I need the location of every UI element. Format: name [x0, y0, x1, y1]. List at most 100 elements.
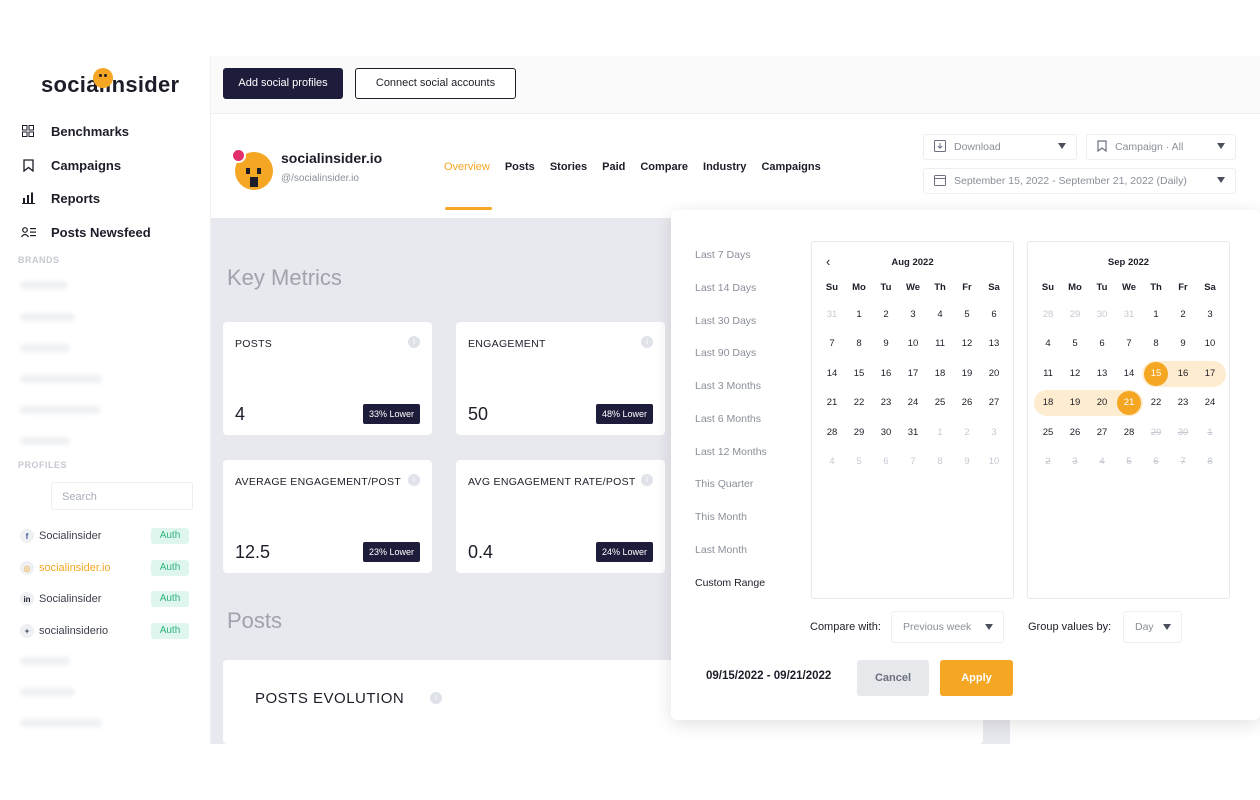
blurred-profile[interactable]: [20, 657, 70, 665]
calendar-day[interactable]: 13: [1090, 362, 1114, 386]
tab-campaigns[interactable]: Campaigns: [761, 161, 820, 173]
calendar-day[interactable]: 8: [1144, 332, 1168, 356]
profile-item-instagram[interactable]: ◎ socialinsider.io: [20, 561, 111, 575]
calendar-day[interactable]: 15: [1144, 362, 1168, 386]
preset-custom-range[interactable]: Custom Range: [695, 577, 765, 589]
calendar-day[interactable]: 13: [982, 332, 1006, 356]
blurred-brand[interactable]: [20, 375, 102, 383]
calendar-day[interactable]: 14: [1117, 362, 1141, 386]
calendar-day[interactable]: 12: [1063, 362, 1087, 386]
tab-overview[interactable]: Overview: [444, 161, 490, 173]
blurred-profile[interactable]: [20, 719, 102, 727]
sidebar-item-campaigns[interactable]: Campaigns: [20, 157, 121, 173]
info-icon[interactable]: i: [641, 474, 653, 486]
calendar-day[interactable]: 26: [1063, 421, 1087, 445]
sidebar-item-benchmarks[interactable]: Benchmarks: [20, 123, 129, 139]
calendar-day[interactable]: 21: [820, 391, 844, 415]
info-icon[interactable]: i: [408, 474, 420, 486]
preset-this-month[interactable]: This Month: [695, 511, 747, 523]
calendar-day[interactable]: 11: [1036, 362, 1060, 386]
calendar-day[interactable]: 3: [1063, 450, 1087, 474]
info-icon[interactable]: i: [408, 336, 420, 348]
tab-industry[interactable]: Industry: [703, 161, 746, 173]
calendar-day[interactable]: 22: [1144, 391, 1168, 415]
calendar-day[interactable]: 31: [901, 421, 925, 445]
calendar-day[interactable]: 20: [1090, 391, 1114, 415]
preset-last-14-days[interactable]: Last 14 Days: [695, 282, 756, 294]
calendar-day[interactable]: 9: [955, 450, 979, 474]
date-range-select[interactable]: September 15, 2022 - September 21, 2022 …: [923, 168, 1236, 194]
calendar-day[interactable]: 1: [928, 421, 952, 445]
preset-last-6-months[interactable]: Last 6 Months: [695, 413, 761, 425]
calendar-day[interactable]: 25: [1036, 421, 1060, 445]
preset-last-30-days[interactable]: Last 30 Days: [695, 315, 756, 327]
calendar-day[interactable]: 4: [1036, 332, 1060, 356]
calendar-day[interactable]: 14: [820, 362, 844, 386]
calendar-day[interactable]: 30: [1090, 303, 1114, 327]
calendar-day[interactable]: 29: [847, 421, 871, 445]
calendar-day[interactable]: 31: [820, 303, 844, 327]
calendar-day[interactable]: 24: [1198, 391, 1222, 415]
calendar-day[interactable]: 16: [874, 362, 898, 386]
profile-item-twitter[interactable]: ✦ socialinsiderio: [20, 624, 108, 638]
calendar-day[interactable]: 28: [1036, 303, 1060, 327]
auth-badge[interactable]: Auth: [151, 591, 189, 607]
calendar-day[interactable]: 21: [1117, 391, 1141, 415]
calendar-day[interactable]: 18: [928, 362, 952, 386]
calendar-day[interactable]: 25: [928, 391, 952, 415]
calendar-day[interactable]: 12: [955, 332, 979, 356]
sidebar-item-reports[interactable]: Reports: [20, 190, 100, 206]
calendar-day[interactable]: 9: [874, 332, 898, 356]
calendar-day[interactable]: 26: [955, 391, 979, 415]
calendar-day[interactable]: 7: [1171, 450, 1195, 474]
calendar-day[interactable]: 5: [1063, 332, 1087, 356]
tab-compare[interactable]: Compare: [640, 161, 688, 173]
calendar-day[interactable]: 29: [1063, 303, 1087, 327]
calendar-day[interactable]: 6: [982, 303, 1006, 327]
blurred-profile[interactable]: [20, 688, 75, 696]
calendar-day[interactable]: 27: [1090, 421, 1114, 445]
calendar-day[interactable]: 1: [1198, 421, 1222, 445]
calendar-day[interactable]: 27: [982, 391, 1006, 415]
calendar-day[interactable]: 6: [874, 450, 898, 474]
tab-posts[interactable]: Posts: [505, 161, 535, 173]
tab-paid[interactable]: Paid: [602, 161, 625, 173]
calendar-day[interactable]: 4: [820, 450, 844, 474]
calendar-day[interactable]: 7: [820, 332, 844, 356]
calendar-day[interactable]: 4: [1090, 450, 1114, 474]
calendar-day[interactable]: 3: [982, 421, 1006, 445]
calendar-day[interactable]: 8: [1198, 450, 1222, 474]
connect-social-accounts-button[interactable]: Connect social accounts: [355, 68, 516, 99]
calendar-day[interactable]: 1: [1144, 303, 1168, 327]
preset-last-7-days[interactable]: Last 7 Days: [695, 249, 750, 261]
calendar-day[interactable]: 28: [1117, 421, 1141, 445]
calendar-day[interactable]: 11: [928, 332, 952, 356]
calendar-day[interactable]: 10: [982, 450, 1006, 474]
calendar-day[interactable]: 2: [955, 421, 979, 445]
sidebar-item-posts-newsfeed[interactable]: Posts Newsfeed: [20, 224, 151, 240]
compare-with-select[interactable]: Previous week: [891, 611, 1004, 643]
calendar-day[interactable]: 5: [955, 303, 979, 327]
calendar-day[interactable]: 2: [874, 303, 898, 327]
group-values-select[interactable]: Day: [1123, 611, 1182, 643]
profile-item-facebook[interactable]: f Socialinsider: [20, 529, 101, 543]
calendar-day[interactable]: 2: [1036, 450, 1060, 474]
calendar-day[interactable]: 22: [847, 391, 871, 415]
calendar-day[interactable]: 16: [1171, 362, 1195, 386]
calendar-day[interactable]: 7: [901, 450, 925, 474]
calendar-day[interactable]: 31: [1117, 303, 1141, 327]
calendar-day[interactable]: 17: [1198, 362, 1222, 386]
calendar-day[interactable]: 17: [901, 362, 925, 386]
preset-last-month[interactable]: Last Month: [695, 544, 747, 556]
auth-badge[interactable]: Auth: [151, 623, 189, 639]
add-social-profiles-button[interactable]: Add social profiles: [223, 68, 343, 99]
calendar-day[interactable]: 10: [1198, 332, 1222, 356]
calendar-day[interactable]: 3: [1198, 303, 1222, 327]
calendar-day[interactable]: 9: [1171, 332, 1195, 356]
calendar-day[interactable]: 5: [847, 450, 871, 474]
calendar-day[interactable]: 7: [1117, 332, 1141, 356]
blurred-brand[interactable]: [20, 344, 70, 352]
profile-search-input[interactable]: Search: [51, 482, 193, 510]
calendar-day[interactable]: 8: [847, 332, 871, 356]
calendar-day[interactable]: 1: [847, 303, 871, 327]
